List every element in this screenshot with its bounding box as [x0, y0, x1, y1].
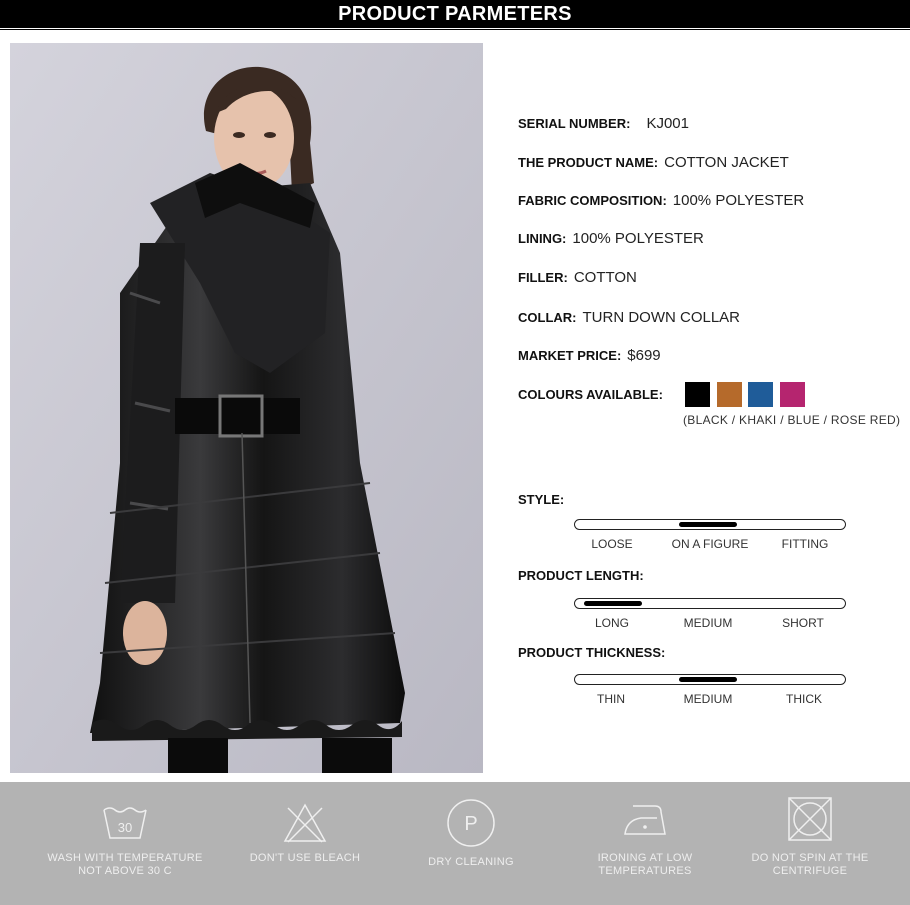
no-bleach-icon [283, 803, 327, 843]
care-dry-cleaning: P DRY CLEANING [386, 782, 556, 905]
wash-temperature: 30 [118, 820, 132, 835]
dry-cleaning-icon: P [447, 799, 495, 847]
care-bleach: DON'T USE BLEACH [220, 782, 390, 905]
care-bleach-label: DON'T USE BLEACH [249, 852, 361, 864]
style-scale-title: STYLE: [518, 492, 565, 507]
style-scale-indicator [679, 522, 737, 527]
page-title: PRODUCT PARMETERS [338, 3, 572, 25]
header-divider [0, 29, 910, 30]
spec-value: COTTON [573, 269, 637, 286]
thickness-label-medium: MEDIUM [683, 692, 733, 706]
thickness-scale-bar [574, 674, 846, 685]
spec-collar: COLLAR: TURN DOWN COLLAR [518, 309, 740, 326]
length-label-medium: MEDIUM [683, 616, 733, 630]
model-jacket-illustration [10, 43, 483, 773]
length-scale-bar [574, 598, 846, 609]
thickness-label-thick: THICK [786, 692, 822, 706]
spec-label: MARKET PRICE: [518, 348, 622, 363]
spec-colours-available: COLOURS AVAILABLE: [518, 386, 663, 402]
product-photo [10, 43, 483, 773]
spec-label: COLOURS AVAILABLE: [518, 387, 663, 402]
care-instructions: 30 WASH WITH TEMPERATURE NOT ABOVE 30 C … [0, 782, 910, 905]
spec-label: FILLER: [518, 270, 568, 285]
length-label-short: SHORT [782, 616, 824, 630]
care-wash-line1: WASH WITH TEMPERATURE [47, 852, 203, 864]
care-spin: DO NOT SPIN AT THE CENTRIFUGE [725, 782, 895, 905]
thickness-scale-indicator [679, 677, 737, 682]
care-wash: 30 WASH WITH TEMPERATURE NOT ABOVE 30 C [40, 782, 210, 905]
spec-value: 100% POLYESTER [572, 230, 704, 247]
spec-value: 100% POLYESTER [672, 192, 805, 209]
style-label-on-a-figure: ON A FIGURE [671, 537, 749, 551]
spec-label: COLLAR: [518, 310, 577, 325]
dry-cleaning-letter: P [464, 813, 477, 835]
care-ironing: IRONING AT LOW TEMPERATURES [560, 782, 730, 905]
care-iron-line1: IRONING AT LOW [597, 852, 693, 864]
care-spin-line1: DO NOT SPIN AT THE [751, 852, 869, 864]
colour-swatch-blue[interactable] [748, 382, 773, 407]
spec-value: $699 [627, 347, 661, 364]
spec-market-price: MARKET PRICE: $699 [518, 347, 661, 364]
thickness-scale-title: PRODUCT THICKNESS: [518, 645, 666, 660]
spec-filler: FILLER: COTTON [518, 269, 637, 286]
spec-label: FABRIC COMPOSITION: [518, 193, 667, 208]
iron-icon [624, 805, 666, 835]
spec-label: LINING: [518, 231, 567, 246]
spec-value: KJ001 [646, 115, 689, 132]
spec-label: THE PRODUCT NAME: [518, 155, 659, 170]
colour-swatch-rose-red[interactable] [780, 382, 805, 407]
colour-names: (BLACK / KHAKI / BLUE / ROSE RED) [683, 413, 901, 427]
care-dry-label: DRY CLEANING [428, 856, 514, 868]
care-wash-line2: NOT ABOVE 30 C [78, 865, 172, 877]
thickness-label-thin: THIN [597, 692, 625, 706]
length-scale-title: PRODUCT LENGTH: [518, 568, 644, 583]
no-tumble-icon [788, 797, 832, 841]
spec-product-name: THE PRODUCT NAME: COTTON JACKET [518, 154, 789, 171]
length-scale-indicator [584, 601, 642, 606]
wash-tub-icon: 30 [103, 807, 147, 839]
spec-serial-number: SERIAL NUMBER: KJ001 [518, 115, 689, 132]
spec-value: TURN DOWN COLLAR [582, 309, 741, 326]
spec-value: COTTON JACKET [664, 154, 789, 171]
care-iron-line2: TEMPERATURES [598, 865, 692, 877]
style-label-fitting: FITTING [781, 537, 829, 551]
colour-swatch-black[interactable] [685, 382, 710, 407]
style-scale-bar [574, 519, 846, 530]
style-label-loose: LOOSE [591, 537, 633, 551]
care-spin-line2: CENTRIFUGE [772, 865, 848, 877]
spec-fabric-composition: FABRIC COMPOSITION: 100% POLYESTER [518, 192, 804, 209]
spec-label: SERIAL NUMBER: [518, 116, 631, 131]
colour-swatch-khaki[interactable] [717, 382, 742, 407]
length-label-long: LONG [594, 616, 630, 630]
spec-lining: LINING: 100% POLYESTER [518, 230, 704, 247]
